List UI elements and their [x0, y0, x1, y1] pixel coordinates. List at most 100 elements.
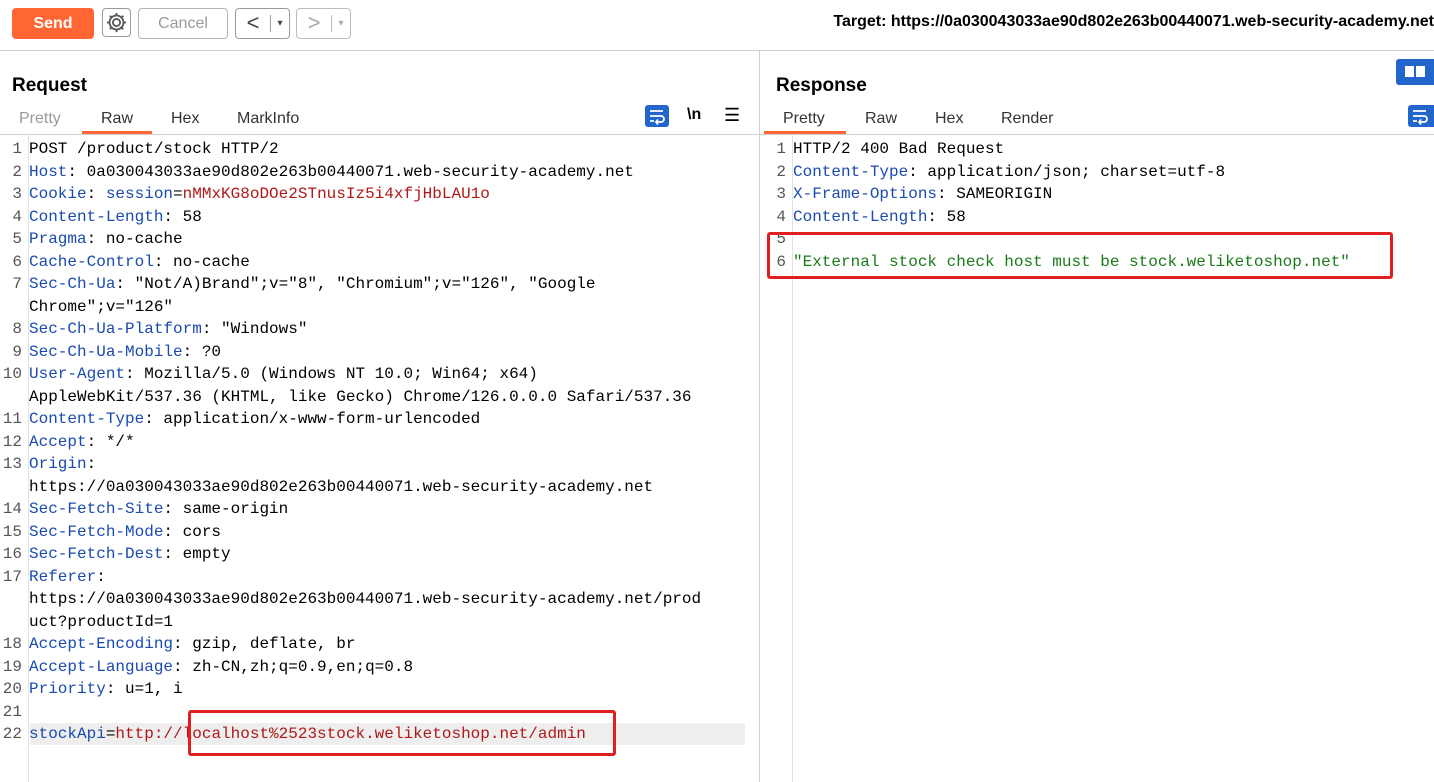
header-name: Origin — [29, 455, 87, 473]
separator: : — [163, 545, 183, 563]
tab-response-raw[interactable]: Raw — [865, 110, 897, 128]
line-value: "Not/A)Brand";v="8", "Chromium";v="126",… — [134, 275, 596, 293]
line-number: 13 — [2, 455, 22, 473]
line-value: */* — [105, 432, 135, 451]
line-value: no-cache — [173, 252, 250, 271]
header-name: User-Agent — [29, 365, 126, 383]
line-number: 2 — [776, 162, 786, 181]
separator: : — [163, 500, 183, 518]
response-word-wrap-toggle[interactable] — [1408, 105, 1434, 127]
pane-divider[interactable] — [759, 51, 760, 782]
header-name: Sec-Ch-Ua-Platform — [29, 320, 202, 338]
separator: : — [937, 185, 957, 203]
header-name: Cache-Control — [29, 252, 154, 271]
separator: : — [173, 635, 193, 653]
back-button-group[interactable]: < ▾ — [235, 8, 290, 39]
header-name: Referer — [29, 567, 97, 586]
line-number: 4 — [776, 207, 786, 226]
header-name: stockApi — [29, 725, 106, 743]
line-value: uct?productId=1 — [29, 612, 174, 631]
line-value: cors — [182, 522, 222, 541]
forward-button[interactable]: > — [297, 9, 331, 38]
separator: : — [163, 522, 183, 541]
line-number: 19 — [2, 657, 22, 676]
header-name: Content-Length — [793, 207, 928, 226]
line-value: 58 — [182, 207, 202, 226]
tab-response-render[interactable]: Render — [1001, 110, 1053, 128]
line-number: 3 — [12, 185, 22, 203]
separator: : — [115, 275, 135, 293]
line-value: https://0a030043033ae90d802e263b00440071… — [29, 590, 702, 608]
target-url[interactable]: Target: https://0a030043033ae90d802e263b… — [833, 13, 1434, 31]
line-value: application/x-www-form-urlencoded — [163, 410, 481, 428]
line-number: 1 — [12, 140, 22, 158]
toolbar: Send Cancel < ▾ > ▾ Target: https://0a03… — [0, 0, 1434, 51]
settings-button[interactable] — [102, 8, 131, 37]
line-value: empty — [182, 545, 231, 563]
line-value: POST /product/stock HTTP/2 — [29, 140, 279, 158]
tab-request-raw[interactable]: Raw — [101, 110, 133, 128]
separator: : — [86, 230, 106, 248]
tab-response-hex[interactable]: Hex — [935, 110, 963, 128]
separator: : — [163, 207, 183, 226]
cookie-name: session — [105, 185, 174, 203]
line-number: 10 — [2, 365, 22, 383]
show-newlines-toggle[interactable]: \n — [687, 106, 701, 124]
word-wrap-toggle[interactable] — [645, 105, 669, 127]
layout-toggle[interactable] — [1396, 59, 1434, 85]
back-button[interactable]: < — [236, 9, 270, 38]
forward-button-group[interactable]: > ▾ — [296, 8, 351, 39]
response-highlight-box — [767, 232, 1393, 279]
tab-request-pretty[interactable]: Pretty — [19, 110, 61, 128]
send-button[interactable]: Send — [12, 8, 94, 39]
header-name: Sec-Fetch-Dest — [29, 545, 164, 563]
separator: = — [105, 725, 116, 743]
line-number: 2 — [12, 162, 22, 181]
line-number: 22 — [2, 725, 22, 743]
line-number: 14 — [2, 500, 22, 518]
separator: : — [173, 657, 193, 676]
tab-bar-border — [760, 134, 1434, 135]
line-value: HTTP/2 400 Bad Request — [793, 140, 1005, 158]
line-number: 4 — [12, 207, 22, 226]
separator: : — [86, 185, 106, 203]
header-name: X-Frame-Options — [793, 185, 938, 203]
header-name: Accept-Language — [29, 657, 174, 676]
separator: : — [96, 567, 106, 586]
gear-icon — [106, 12, 127, 33]
header-name: Priority — [29, 680, 106, 698]
tab-request-hex[interactable]: Hex — [171, 110, 199, 128]
header-name: Content-Type — [29, 410, 145, 428]
line-number: 7 — [12, 275, 22, 293]
line-value: Mozilla/5.0 (Windows NT 10.0; Win64; x64… — [144, 365, 538, 383]
line-value: u=1, i — [125, 680, 183, 698]
forward-history-dropdown[interactable]: ▾ — [332, 9, 350, 38]
header-name: Content-Type — [793, 162, 909, 181]
line-value: "Windows" — [221, 320, 308, 338]
tab-request-markinfo[interactable]: MarkInfo — [237, 110, 299, 128]
cancel-button[interactable]: Cancel — [138, 8, 228, 39]
separator: : — [182, 342, 202, 361]
line-value: no-cache — [105, 230, 183, 248]
separator: : — [908, 162, 928, 181]
line-number: 6 — [12, 252, 22, 271]
line-value: Chrome";v="126" — [29, 297, 174, 316]
line-number: 20 — [2, 680, 22, 698]
line-value: SAMEORIGIN — [956, 185, 1053, 203]
menu-icon[interactable]: ☰ — [724, 105, 740, 126]
separator: : — [125, 365, 145, 383]
line-value: AppleWebKit/537.36 (KHTML, like Gecko) C… — [29, 387, 692, 406]
header-name: Accept-Encoding — [29, 635, 174, 653]
line-value: 58 — [946, 207, 966, 226]
tab-bar-border — [0, 134, 759, 135]
separator: : — [67, 162, 87, 181]
tab-response-pretty[interactable]: Pretty — [783, 110, 825, 128]
header-name: Sec-Fetch-Mode — [29, 522, 164, 541]
header-name: Content-Length — [29, 207, 164, 226]
line-value: https://0a030043033ae90d802e263b00440071… — [29, 477, 654, 496]
back-history-dropdown[interactable]: ▾ — [271, 9, 289, 38]
line-number: 11 — [2, 410, 22, 428]
separator: : — [105, 680, 126, 698]
line-number: 9 — [12, 342, 22, 361]
line-number: 1 — [776, 140, 786, 158]
